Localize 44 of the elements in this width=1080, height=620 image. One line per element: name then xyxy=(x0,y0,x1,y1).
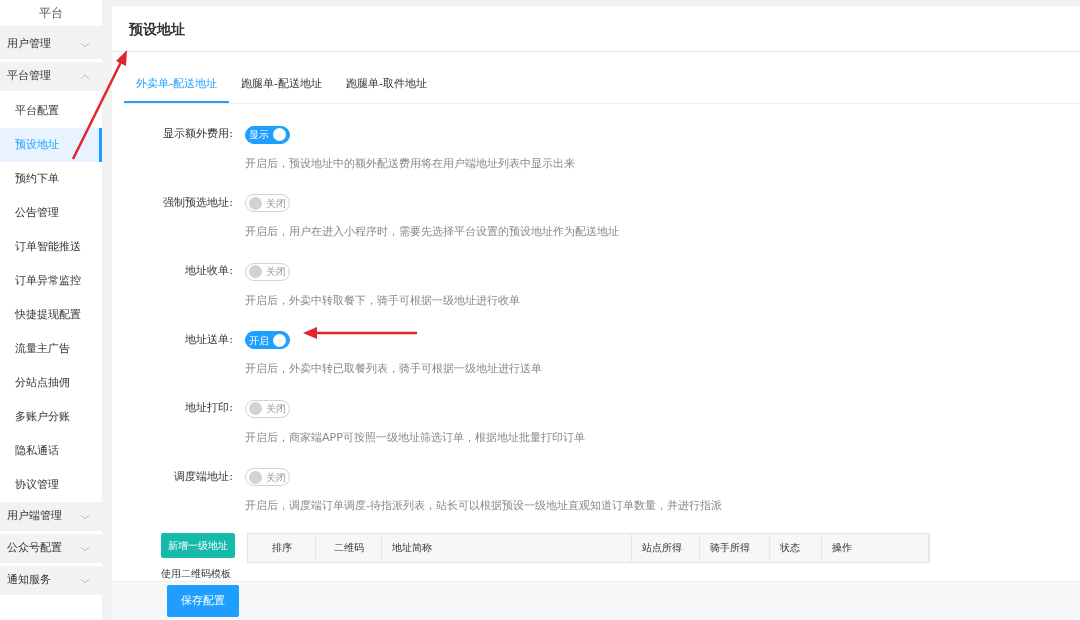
setting-description: 开启后，用户在进入小程序时，需要先选择平台设置的预设地址作为配送地址 xyxy=(245,224,620,240)
sidebar-item[interactable]: 隐私通话 xyxy=(0,434,102,468)
sidebar-item[interactable]: 公告管理 xyxy=(0,196,102,230)
sidebar-group[interactable]: 平台管理 xyxy=(0,62,102,94)
chevron-icon xyxy=(80,513,90,520)
sidebar-group[interactable]: 通知服务 xyxy=(0,566,102,598)
sidebar-group[interactable]: 用户管理 xyxy=(0,30,102,62)
column-header: 排序 xyxy=(248,533,316,562)
chevron-icon xyxy=(80,577,90,584)
sidebar-item[interactable]: 预约下单 xyxy=(0,162,102,196)
setting-label: 显示额外费用: xyxy=(162,126,233,143)
sidebar-item[interactable]: 多账户分账 xyxy=(0,400,102,434)
chevron-icon xyxy=(80,41,90,48)
setting-description: 开启后，商家端APP可按照一级地址筛选订单，根据地址批量打印订单 xyxy=(245,429,586,446)
sidebar-item[interactable]: 协议管理 xyxy=(0,468,102,502)
setting-label: 调度端地址: xyxy=(173,468,233,485)
setting-label: 强制预选地址: xyxy=(162,194,233,211)
column-header: 操作 xyxy=(822,533,929,562)
tab[interactable]: 跑腿单-配送地址 xyxy=(229,70,334,103)
template-label: 使用二维码模板 xyxy=(161,566,232,581)
column-header: 站点所得 xyxy=(632,533,700,562)
chevron-icon xyxy=(80,73,90,80)
column-header: 骑手所得 xyxy=(700,533,770,562)
sidebar-item[interactable]: 分站点抽佣 xyxy=(0,366,102,400)
setting-description: 开启后，外卖中转已取餐列表，骑手可根据一级地址进行送单 xyxy=(245,361,543,377)
sidebar-item[interactable]: 流量主广告 xyxy=(0,332,102,366)
sidebar-item[interactable]: 订单智能推送 xyxy=(0,230,102,264)
setting-description: 开启后，预设地址中的额外配送费用将在用户端地址列表中显示出来 xyxy=(245,155,576,172)
sidebar-group[interactable]: 公众号配置 xyxy=(0,534,102,566)
sidebar-item[interactable]: 快捷提现配置 xyxy=(0,298,102,332)
setting-description: 开启后，调度端订单调度-待指派列表，站长可以根据预设一级地址直观知道订单数量，并进行指派 xyxy=(245,498,723,514)
sidebar-group[interactable]: 用户端管理 xyxy=(0,502,102,534)
column-header: 状态 xyxy=(770,533,822,562)
column-header: 二维码 xyxy=(316,533,382,562)
setting-label: 地址送单: xyxy=(184,331,233,348)
chevron-icon xyxy=(80,545,90,552)
setting-label: 地址收单: xyxy=(184,263,233,280)
setting-description: 开启后，外卖中转取餐下，骑手可根据一级地址进行收单 xyxy=(245,292,521,309)
column-header: 地址简称 xyxy=(382,533,632,562)
sidebar-item[interactable]: 订单异常监控 xyxy=(0,264,102,298)
page-title: 预设地址 xyxy=(112,6,1080,52)
setting-label: 地址打印: xyxy=(184,400,233,417)
tab[interactable]: 跑腿单-取件地址 xyxy=(333,70,439,103)
sidebar-item[interactable]: 平台配置 xyxy=(0,94,102,128)
